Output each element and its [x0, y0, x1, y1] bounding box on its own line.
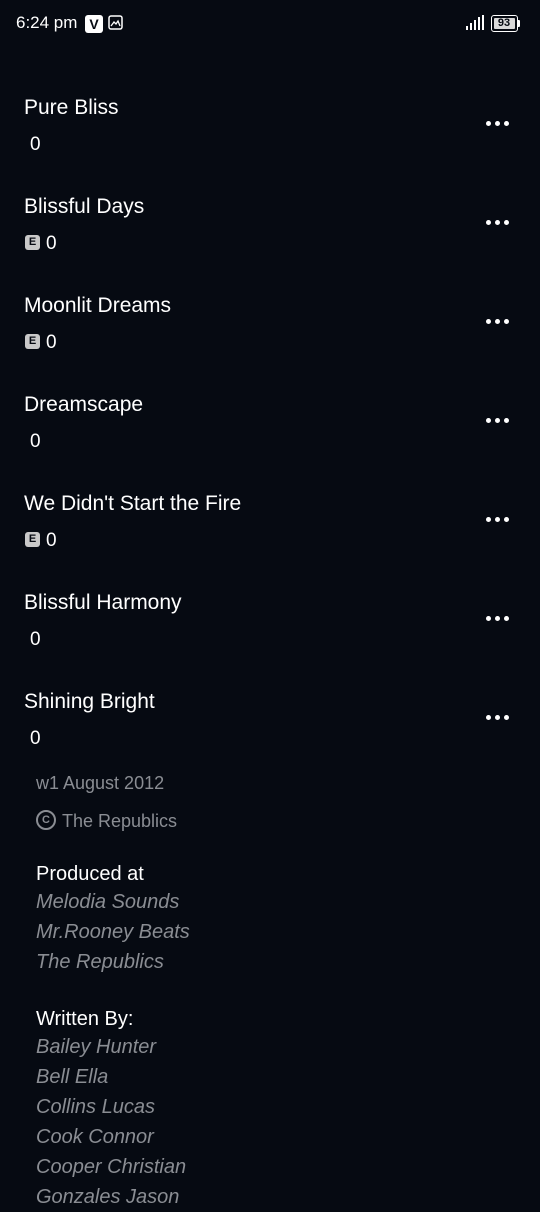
status-bar: 6:24 pm V 93: [0, 0, 540, 48]
play-count: 0: [30, 134, 41, 155]
track-meta: E0: [25, 233, 57, 254]
more-dot: [504, 616, 509, 621]
play-count: 0: [30, 728, 41, 749]
writer-name[interactable]: Cooper Christian: [36, 1152, 186, 1182]
app-notification-icon: V: [85, 15, 103, 33]
track-row[interactable]: Pure Bliss 0: [0, 96, 540, 186]
produced-heading: Produced at: [36, 863, 144, 885]
track-row[interactable]: Dreamscape 0: [0, 393, 540, 483]
more-dot: [495, 319, 500, 324]
explicit-badge: E: [25, 532, 40, 548]
writer-name[interactable]: Collins Lucas: [36, 1092, 186, 1122]
play-count: 0: [46, 332, 57, 353]
more-dot: [486, 517, 491, 522]
track-row[interactable]: Moonlit Dreams E0: [0, 294, 540, 384]
more-options-button[interactable]: [478, 309, 518, 333]
play-count: 0: [30, 431, 41, 452]
release-info: w1 August 2012 C The Republics: [36, 772, 516, 832]
play-count: 0: [46, 233, 57, 254]
more-dot: [495, 418, 500, 423]
track-meta: 0: [25, 629, 41, 650]
release-date: w1 August 2012: [36, 773, 165, 793]
more-options-button[interactable]: [478, 408, 518, 432]
track-row[interactable]: We Didn't Start the Fire E0: [0, 492, 540, 582]
more-options-button[interactable]: [478, 507, 518, 531]
more-options-button[interactable]: [478, 705, 518, 729]
track-title: We Didn't Start the Fire: [24, 492, 242, 515]
track-meta: 0: [25, 134, 41, 155]
writer-name[interactable]: Cook Connor: [36, 1122, 186, 1152]
more-dot: [495, 517, 500, 522]
track-meta: 0: [25, 728, 41, 749]
written-by-section: Written By: Bailey Hunter Bell Ella Coll…: [36, 1006, 186, 1212]
track-title: Blissful Harmony: [24, 591, 182, 614]
track-row[interactable]: Shining Bright 0: [0, 690, 540, 780]
copyright-icon: C: [36, 810, 56, 831]
signal-icon: [465, 15, 485, 36]
producer-name[interactable]: The Republics: [36, 947, 190, 977]
more-dot: [486, 616, 491, 621]
track-title: Dreamscape: [24, 393, 144, 416]
more-dot: [504, 220, 509, 225]
more-dot: [495, 220, 500, 225]
play-count: 0: [30, 629, 41, 650]
gallery-icon: [108, 15, 123, 35]
track-title: Shining Bright: [24, 690, 155, 713]
more-options-button[interactable]: [478, 210, 518, 234]
track-row[interactable]: Blissful Harmony 0: [0, 591, 540, 681]
more-dot: [504, 418, 509, 423]
track-row[interactable]: Blissful Days E0: [0, 195, 540, 285]
more-dot: [495, 715, 500, 720]
copyright-holder: The Republics: [62, 811, 178, 831]
more-dot: [504, 121, 509, 126]
more-options-button[interactable]: [478, 111, 518, 135]
written-heading: Written By:: [36, 1008, 134, 1030]
more-dot: [486, 220, 491, 225]
explicit-badge: E: [25, 334, 40, 350]
battery-icon: 93: [491, 15, 520, 32]
more-dot: [495, 616, 500, 621]
track-meta: E0: [25, 332, 57, 353]
writer-name[interactable]: Bailey Hunter: [36, 1032, 186, 1062]
more-dot: [495, 121, 500, 126]
more-dot: [504, 715, 509, 720]
copyright-line: C The Republics: [36, 810, 516, 832]
more-options-button[interactable]: [478, 606, 518, 630]
producer-name[interactable]: Melodia Sounds: [36, 887, 190, 917]
status-time: 6:24 pm: [16, 13, 78, 32]
producer-name[interactable]: Mr.Rooney Beats: [36, 917, 190, 947]
writer-name[interactable]: Gonzales Jason: [36, 1182, 186, 1212]
battery-level: 93: [497, 17, 511, 29]
writer-name[interactable]: Bell Ella: [36, 1062, 186, 1092]
play-count: 0: [46, 530, 57, 551]
more-dot: [486, 418, 491, 423]
more-dot: [504, 319, 509, 324]
track-title: Pure Bliss: [24, 96, 119, 119]
track-meta: 0: [25, 431, 41, 452]
track-title: Moonlit Dreams: [24, 294, 172, 317]
app-notification-letter: V: [89, 16, 99, 32]
more-dot: [486, 319, 491, 324]
more-dot: [486, 121, 491, 126]
explicit-badge: E: [25, 235, 40, 251]
track-meta: E0: [25, 530, 57, 551]
produced-at-section: Produced at Melodia Sounds Mr.Rooney Bea…: [36, 861, 190, 977]
more-dot: [486, 715, 491, 720]
more-dot: [504, 517, 509, 522]
track-title: Blissful Days: [24, 195, 145, 218]
